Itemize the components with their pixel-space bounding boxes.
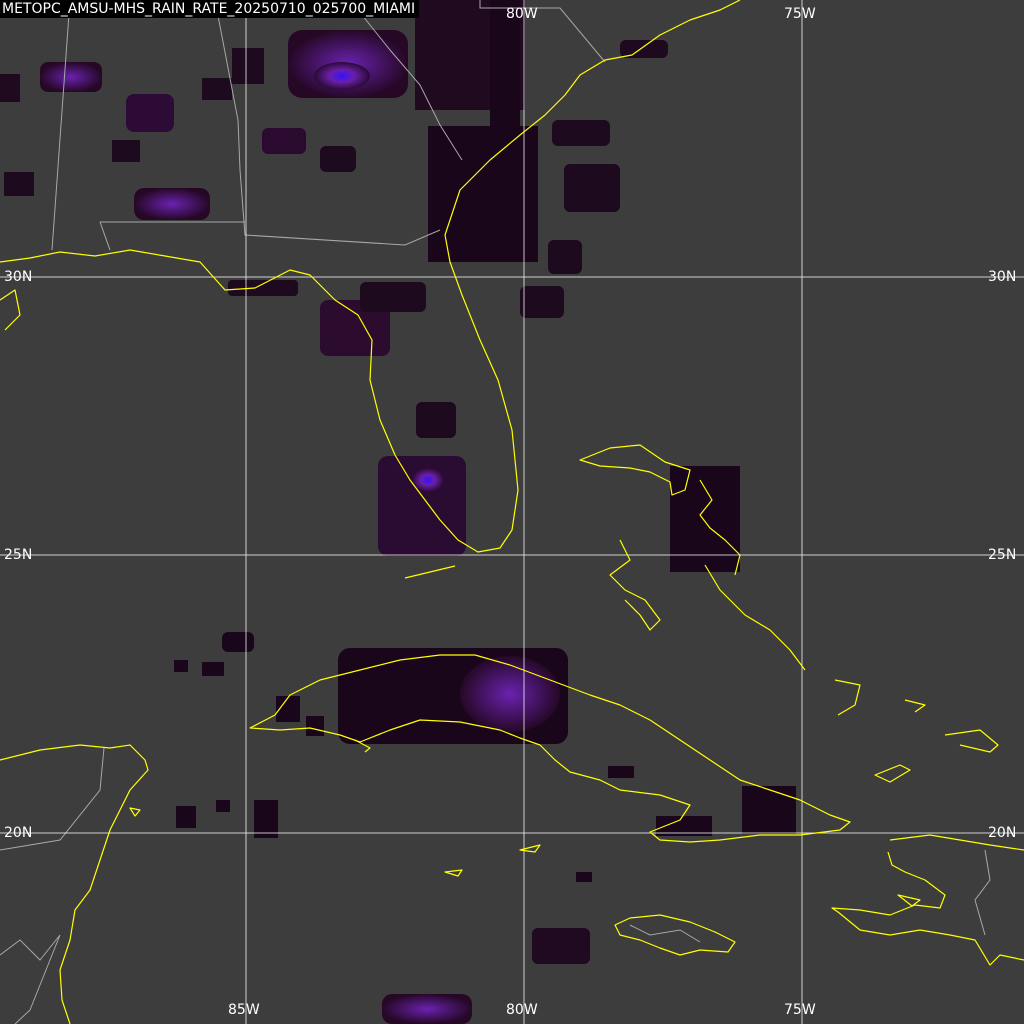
lon-label-bottom-80w: 80W [506, 1002, 538, 1018]
rain-cell [608, 766, 634, 778]
rain-cell [548, 240, 582, 274]
rain-cell [428, 126, 538, 262]
rain-cell [320, 146, 356, 172]
rain-cell [416, 402, 456, 438]
rain-cell [174, 660, 188, 672]
rain-cell [202, 78, 232, 100]
rain-cell [0, 74, 20, 102]
rain-cell [254, 800, 278, 838]
rain-cell [202, 662, 224, 676]
lat-label-left-30n: 30N [4, 269, 33, 285]
rain-cell [126, 94, 174, 132]
lat-label-left-20n: 20N [4, 825, 33, 841]
lon-label-top-80w: 80W [506, 6, 538, 22]
rain-cell [552, 120, 610, 146]
rain-cell [382, 994, 472, 1024]
rain-cell [460, 656, 560, 732]
rain-cell [222, 632, 254, 652]
rain-cell [576, 872, 592, 882]
rain-cell [40, 62, 102, 92]
rain-cell [228, 280, 298, 296]
rain-cell [670, 466, 740, 572]
lon-label-bottom-85w: 85W [228, 1002, 260, 1018]
rain-cell [262, 128, 306, 154]
lat-label-right-25n: 25N [988, 547, 1017, 563]
rain-rate-map [0, 0, 1024, 1024]
product-title: METOPC_AMSU-MHS_RAIN_RATE_20250710_02570… [0, 0, 420, 18]
lat-label-left-25n: 25N [4, 547, 33, 563]
lat-label-right-20n: 20N [988, 825, 1017, 841]
lat-label-right-30n: 30N [988, 269, 1017, 285]
rain-cell [306, 716, 324, 736]
rain-cell [112, 140, 140, 162]
lon-label-bottom-75w: 75W [784, 1002, 816, 1018]
lon-label-top-75w: 75W [784, 6, 816, 22]
rain-cell [532, 928, 590, 964]
rain-cell [564, 164, 620, 212]
rain-cell [176, 806, 196, 828]
rain-cell [216, 800, 230, 812]
rain-cell [4, 172, 34, 196]
rain-cell [232, 48, 264, 84]
rain-cell [520, 286, 564, 318]
rain-cell [360, 282, 426, 312]
rain-cell [742, 786, 796, 834]
rain-cell [134, 188, 210, 220]
rain-cell [314, 62, 370, 90]
